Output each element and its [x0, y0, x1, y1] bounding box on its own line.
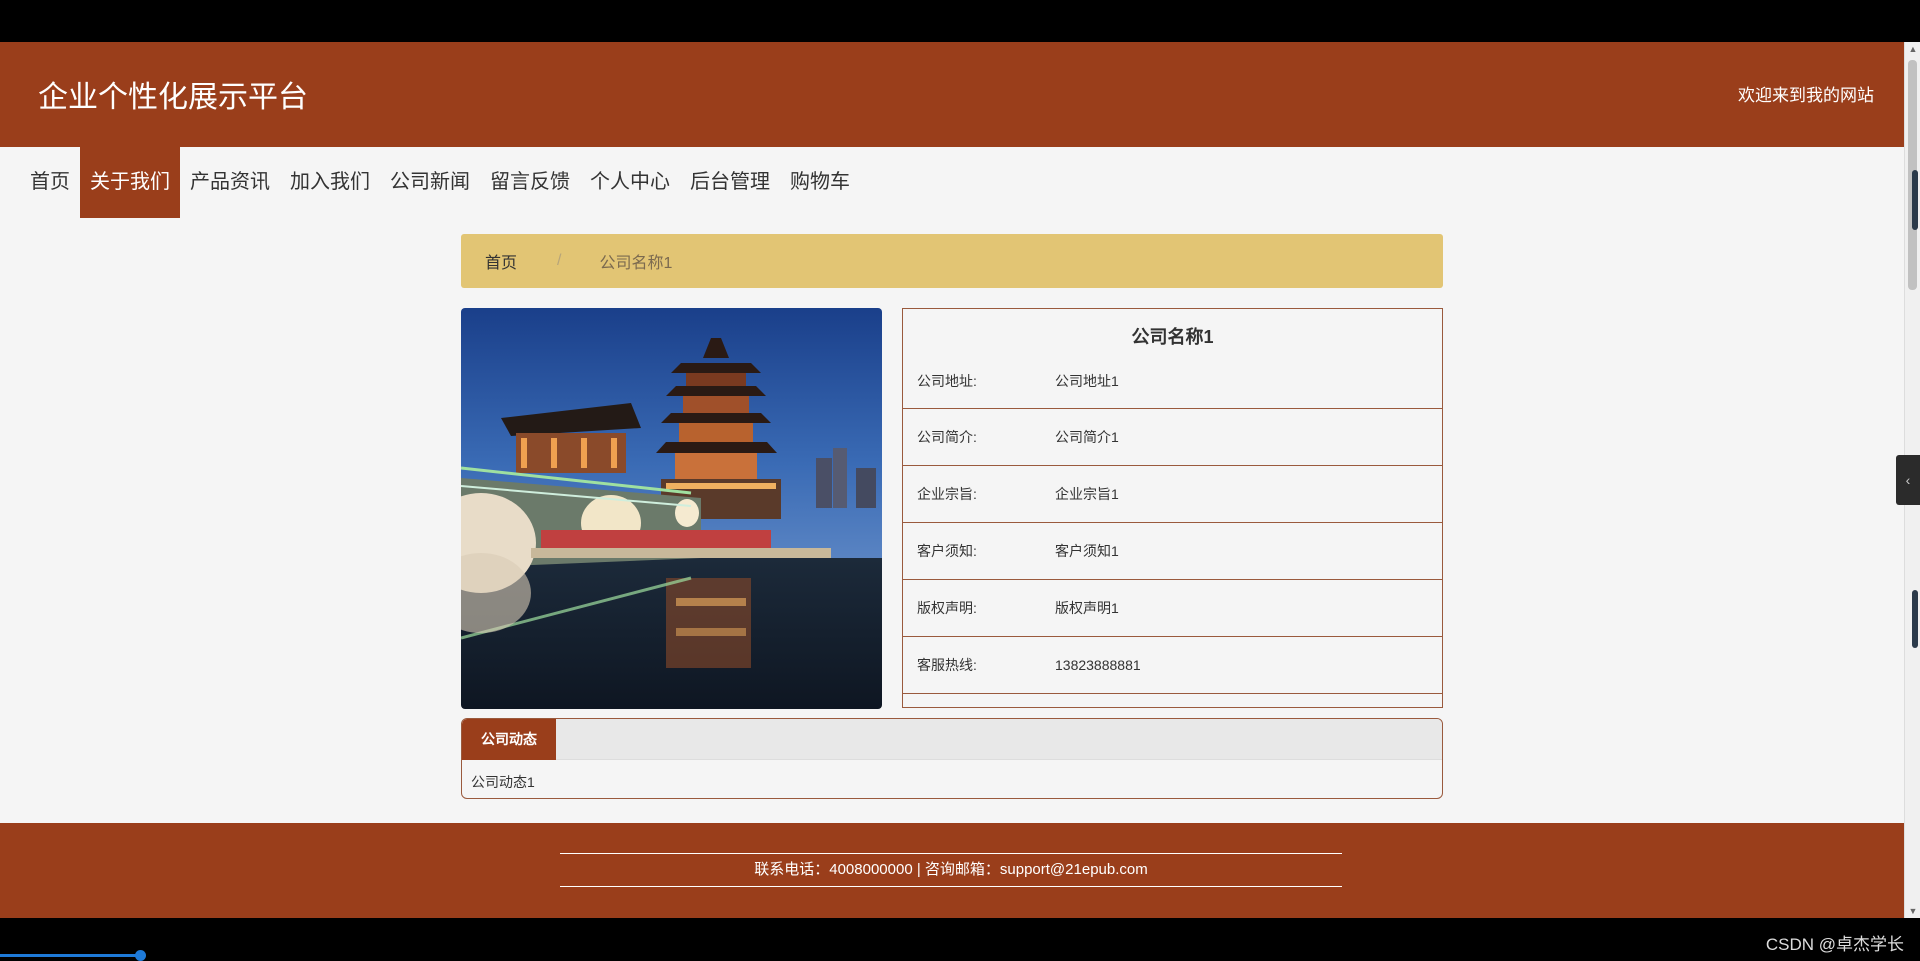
tab-company-news[interactable]: 公司动态	[462, 719, 556, 760]
info-value: 企业宗旨1	[1055, 486, 1119, 502]
nav-item-profile[interactable]: 个人中心	[580, 147, 680, 218]
nav-item-products[interactable]: 产品资讯	[180, 147, 280, 218]
welcome-text: 欢迎来到我的网站	[1738, 86, 1874, 105]
nav-item-feedback[interactable]: 留言反馈	[480, 147, 580, 218]
company-photo	[461, 308, 882, 709]
info-label: 客服热线:	[917, 657, 977, 673]
tab-content: 公司动态1	[471, 774, 535, 790]
video-progress-bar[interactable]	[0, 954, 142, 957]
info-value: 客户须知1	[1055, 543, 1119, 559]
video-progress-handle[interactable]	[135, 950, 146, 961]
company-name-heading: 公司名称1	[1131, 327, 1214, 347]
nav-item-about[interactable]: 关于我们	[80, 147, 180, 218]
breadcrumb: 首页 / 公司名称1	[461, 234, 1443, 288]
site-title: 企业个性化展示平台	[38, 81, 308, 114]
info-label: 公司简介:	[917, 429, 977, 445]
info-value: 公司地址1	[1055, 372, 1119, 389]
pavilion-night-image	[461, 308, 882, 709]
scroll-down-icon[interactable]: ▼	[1908, 906, 1918, 916]
info-value: 13823888881	[1055, 657, 1141, 673]
watermark: CSDN @卓杰学长	[1765, 935, 1904, 954]
nav-item-join[interactable]: 加入我们	[280, 147, 380, 218]
nav-item-home[interactable]: 首页	[20, 147, 80, 218]
site-footer: 联系电话：4008000000 | 咨询邮箱：support@21epub.co…	[0, 823, 1904, 918]
info-label: 企业宗旨:	[917, 486, 977, 502]
side-marker	[1912, 590, 1918, 648]
nav-item-news[interactable]: 公司新闻	[380, 147, 480, 218]
info-row-copyright: 版权声明: 版权声明1	[903, 580, 1442, 637]
breadcrumb-current: 公司名称1	[599, 255, 673, 272]
bottom-letterbox	[0, 918, 1920, 960]
tab-bar: 公司动态	[462, 719, 1442, 760]
main-nav: 首页 关于我们 产品资讯 加入我们 公司新闻 留言反馈 个人中心 后台管理 购物…	[0, 147, 1904, 218]
page: 企业个性化展示平台 欢迎来到我的网站 首页 关于我们 产品资讯 加入我们 公司新…	[0, 42, 1904, 918]
info-row-hotline: 客服热线: 13823888881	[903, 637, 1442, 694]
info-label: 版权声明:	[917, 600, 977, 616]
company-info-panel: 公司名称1 公司地址: 公司地址1 公司简介: 公司简介1 企业宗旨: 企业宗旨…	[902, 308, 1443, 708]
side-marker	[1912, 170, 1918, 230]
footer-contact: 联系电话：4008000000 | 咨询邮箱：support@21epub.co…	[560, 853, 1342, 887]
info-value: 版权声明1	[1055, 600, 1119, 616]
info-label: 公司地址:	[917, 372, 977, 389]
top-letterbox	[0, 0, 1920, 42]
info-row-notice: 客户须知: 客户须知1	[903, 523, 1442, 580]
breadcrumb-separator: /	[557, 252, 562, 269]
info-row-intro: 公司简介: 公司简介1	[903, 409, 1442, 466]
breadcrumb-home-link[interactable]: 首页	[485, 249, 517, 273]
company-news-tabs: 公司动态 公司动态1	[461, 718, 1443, 799]
info-row-address: 公司地址: 公司地址1	[903, 353, 1442, 409]
info-label: 客户须知:	[917, 543, 977, 559]
site-header: 企业个性化展示平台 欢迎来到我的网站	[0, 42, 1904, 147]
info-row-mission: 企业宗旨: 企业宗旨1	[903, 466, 1442, 523]
info-value: 公司简介1	[1055, 429, 1119, 445]
nav-item-cart[interactable]: 购物车	[780, 147, 860, 218]
scroll-up-icon[interactable]: ▲	[1908, 44, 1918, 54]
nav-item-admin[interactable]: 后台管理	[680, 147, 780, 218]
chevron-left-icon[interactable]: ‹	[1896, 455, 1920, 505]
